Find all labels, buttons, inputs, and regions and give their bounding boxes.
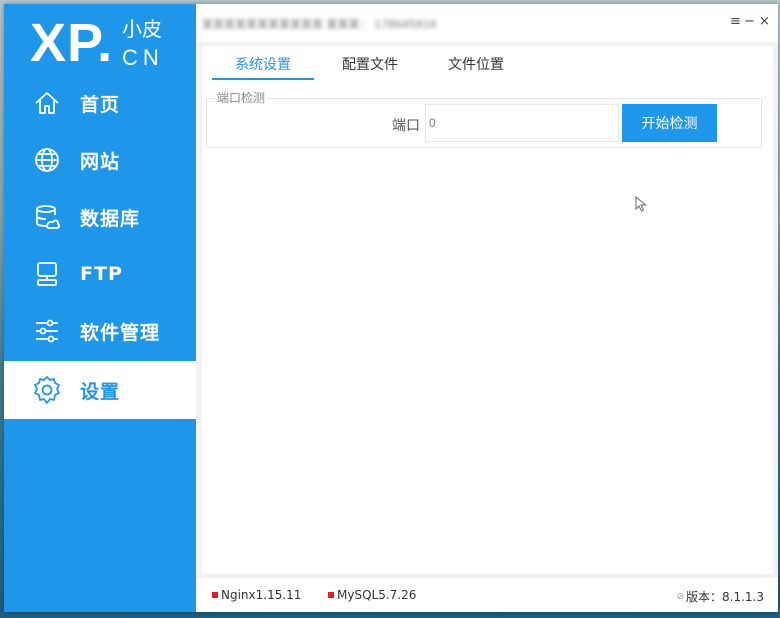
sidebar-item-label: 网站 [80,150,121,173]
port-check-group: 端口检测 端口 开始检测 [206,91,762,148]
tab-file-locations[interactable]: 文件位置 [426,54,526,80]
sidebar-item-database[interactable]: 数据库 [4,188,196,246]
mysql-version: MySQL5.7.26 [337,588,417,602]
gear-icon [32,375,62,405]
sidebar-item-software[interactable]: 软件管理 [4,302,196,360]
sidebar-item-home[interactable]: 首页 [4,74,196,132]
logo-cn-bottom: CN [122,45,164,70]
settings-panel: 系统设置 配置文件 文件位置 端口检测 端口 开始检测 [202,46,773,574]
sidebar: XP. 小皮 CN 首页 网站 数据库 FTP 软件管理 设置 [4,4,196,612]
statusbar: Nginx1.15.11 MySQL5.7.26 ⊘ 版本：8.1.1.3 [196,578,778,612]
port-label: 端口 [392,118,420,134]
logo-xp: XP. [30,13,114,73]
sidebar-item-label: 设置 [80,380,121,403]
info-icon: ⊘ [676,591,685,602]
tab-system-settings[interactable]: 系统设置 [212,54,314,80]
app-version: ⊘ 版本：8.1.1.3 [676,588,764,605]
sidebar-item-label: 首页 [80,93,121,116]
window-title: 某某某某某某某某某某某 某某某： 178645816 [202,18,437,31]
database-icon [32,202,62,232]
port-input[interactable] [425,104,619,142]
mysql-status: MySQL5.7.26 [328,588,416,602]
home-icon [32,88,62,118]
globe-icon [32,145,62,175]
minimize-icon[interactable]: − [744,14,755,30]
sidebar-item-label: 数据库 [80,207,141,230]
sidebar-item-label: 软件管理 [80,321,161,344]
tab-config-files[interactable]: 配置文件 [320,54,420,80]
main-area: 某某某某某某某某某某某 某某某： 178645816 ≡ − × 系统设置 配置… [196,4,778,612]
titlebar: 某某某某某某某某某某某 某某某： 178645816 ≡ − × [196,4,778,42]
port-check-title: 端口检测 [215,91,268,105]
sidebar-item-settings[interactable]: 设置 [4,361,196,419]
status-dot [328,592,334,598]
nginx-version: Nginx1.15.11 [221,588,302,602]
menu-icon[interactable]: ≡ [730,14,741,30]
sidebar-item-website[interactable]: 网站 [4,131,196,189]
start-check-button[interactable]: 开始检测 [622,104,717,142]
monitor-icon [32,259,62,289]
nginx-status: Nginx1.15.11 [212,588,301,602]
sidebar-item-ftp[interactable]: FTP [4,245,196,303]
app-logo: XP. 小皮 CN [30,12,180,76]
app-window: XP. 小皮 CN 首页 网站 数据库 FTP 软件管理 设置 某某某某某某某某… [4,4,778,612]
sliders-icon [32,316,62,346]
close-icon[interactable]: × [759,14,770,30]
logo-cn-top: 小皮 [122,17,162,41]
status-dot [212,592,218,598]
version-label: 版本：8.1.1.3 [686,590,764,604]
mouse-cursor-icon [635,195,647,216]
sidebar-item-label: FTP [80,263,123,285]
